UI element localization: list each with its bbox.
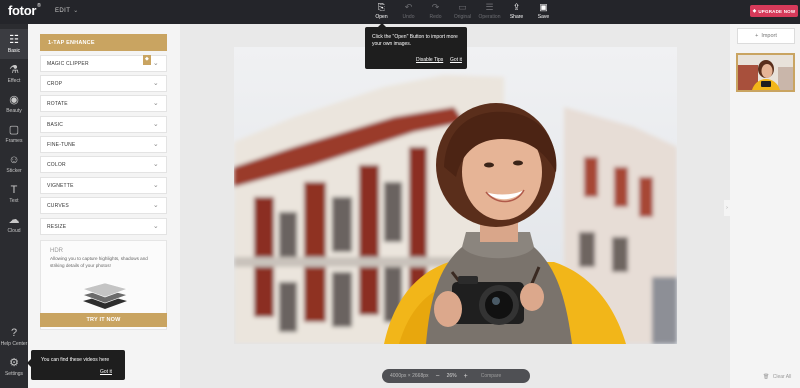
save-button[interactable]: ▣ Save xyxy=(530,2,557,23)
chevron-down-icon: ⌄ xyxy=(152,141,159,148)
disable-tips-link[interactable]: Disable Tips xyxy=(416,57,443,63)
share-icon: ⇪ xyxy=(512,2,521,12)
rail-item-effect[interactable]: ⚗ Effect xyxy=(0,59,28,89)
sliders-icon: ☷ xyxy=(9,34,19,46)
open-tip-tooltip: Click the "Open" Button to import more y… xyxy=(365,23,467,69)
toolbar: ⎘ Open ↶ Undo ↷ Redo ▭ Original ☰ Operat… xyxy=(368,2,557,23)
top-bar: fotor® EDIT ⌄ ⎘ Open ↶ Undo ↷ Redo ▭ Orig… xyxy=(0,0,800,24)
chevron-down-icon: ⌄ xyxy=(152,60,159,67)
menu-item-basic[interactable]: BASIC ⌄ xyxy=(40,116,167,133)
chevron-down-icon: ⌄ xyxy=(73,8,79,14)
share-button[interactable]: ⇪ Share xyxy=(503,2,530,23)
videos-tip-tooltip: You can find these videos here Got it xyxy=(27,350,125,380)
layers-icon xyxy=(82,282,128,309)
trash-icon: 🗑 xyxy=(763,374,770,380)
rail-item-cloud[interactable]: ☁ Cloud xyxy=(0,209,28,239)
redo-icon: ↷ xyxy=(431,2,440,12)
operation-button[interactable]: ☰ Operation xyxy=(476,2,503,23)
menu-item-crop[interactable]: CROP ⌄ xyxy=(40,75,167,92)
image-thumbnail[interactable] xyxy=(736,53,795,92)
menu-item-curves[interactable]: CURVES ⌄ xyxy=(40,197,167,214)
zoom-in-button[interactable]: + xyxy=(464,373,468,380)
rail-item-settings[interactable]: ⚙ Settings xyxy=(0,352,28,382)
tooltip-arrow xyxy=(378,23,386,27)
rail-item-text[interactable]: T Text xyxy=(0,179,28,209)
settings-icon: ⚙ xyxy=(9,357,19,369)
chevron-down-icon: ⌄ xyxy=(152,100,159,107)
zoom-out-button[interactable]: − xyxy=(436,373,440,380)
plus-icon: + xyxy=(755,33,759,39)
rail-item-help-center[interactable]: ? Help Center xyxy=(0,322,28,352)
chevron-right-icon: › xyxy=(726,205,728,211)
mode-label: EDIT xyxy=(55,8,71,14)
open-button[interactable]: ⎘ Open xyxy=(368,2,395,23)
chevron-down-icon: ⌄ xyxy=(152,223,159,230)
menu-item-vignette[interactable]: VIGNETTE ⌄ xyxy=(40,177,167,194)
menu-item-resize[interactable]: RESIZE ⌄ xyxy=(40,218,167,235)
eye-icon: ◉ xyxy=(9,94,19,106)
original-icon: ▭ xyxy=(458,2,467,12)
chevron-down-icon: ⌄ xyxy=(152,161,159,168)
edited-photo[interactable] xyxy=(234,47,677,344)
chevron-down-icon: ⌄ xyxy=(152,121,159,128)
menu-item-rotate[interactable]: ROTATE ⌄ xyxy=(40,95,167,112)
menu-item-magic-clipper[interactable]: MAGIC CLIPPER ◆ ⌄ xyxy=(40,55,167,72)
tooltip-arrow xyxy=(27,359,31,367)
hdr-title: HDR xyxy=(50,248,63,254)
menu-item-fine-tune[interactable]: FINE-TUNE ⌄ xyxy=(40,136,167,153)
bookmark-icon: ◆ xyxy=(143,55,151,65)
zoom-bar: 4000px × 2668px − 26% + Compare xyxy=(382,369,530,383)
frame-icon: ▢ xyxy=(8,124,20,136)
sticker-icon: ☺ xyxy=(8,154,20,166)
chevron-down-icon: ⌄ xyxy=(152,182,159,189)
rail-item-frames[interactable]: ▢ Frames xyxy=(0,119,28,149)
undo-button[interactable]: ↶ Undo xyxy=(395,2,422,23)
rail-item-sticker[interactable]: ☺ Sticker xyxy=(0,149,28,179)
open-tip-got-it-link[interactable]: Got it xyxy=(450,57,462,63)
undo-icon: ↶ xyxy=(404,2,413,12)
fotor-editor: fotor® EDIT ⌄ ⎘ Open ↶ Undo ↷ Redo ▭ Orig… xyxy=(0,0,800,388)
compare-button[interactable]: Compare xyxy=(481,373,502,379)
diamond-icon: ◆ xyxy=(752,8,757,13)
photo-image xyxy=(234,47,677,344)
open-icon: ⎘ xyxy=(377,2,386,12)
canvas-area: 4000px × 2668px − 26% + Compare › xyxy=(180,24,730,388)
import-button[interactable]: + Import xyxy=(737,28,795,44)
basic-panel: 1-TAP ENHANCE MAGIC CLIPPER ◆ ⌄ CROP ⌄ R… xyxy=(28,24,180,388)
zoom-level: 26% xyxy=(446,373,457,379)
one-tap-enhance-button[interactable]: 1-TAP ENHANCE xyxy=(40,34,167,51)
try-it-now-button[interactable]: TRY IT NOW xyxy=(40,313,167,327)
original-button[interactable]: ▭ Original xyxy=(449,2,476,23)
open-tip-message: Click the "Open" Button to import more y… xyxy=(372,34,458,47)
rail-item-basic[interactable]: ☷ Basic xyxy=(0,29,28,59)
operation-icon: ☰ xyxy=(485,2,494,12)
image-dimensions: 4000px × 2668px xyxy=(390,373,429,379)
upgrade-now-button[interactable]: ◆ UPGRADE NOW xyxy=(750,5,798,17)
chevron-down-icon: ⌄ xyxy=(152,202,159,209)
right-panel: + Import 🗑 Clear All xyxy=(730,24,800,388)
redo-button[interactable]: ↷ Redo xyxy=(422,2,449,23)
rail-item-beauty[interactable]: ◉ Beauty xyxy=(0,89,28,119)
help-icon: ? xyxy=(10,327,18,339)
left-rail: ☷ Basic ⚗ Effect ◉ Beauty ▢ Frames ☺ Sti… xyxy=(0,24,28,388)
clear-all-button[interactable]: 🗑 Clear All xyxy=(763,374,791,380)
mode-selector[interactable]: EDIT ⌄ xyxy=(55,7,79,14)
text-icon: T xyxy=(10,184,18,196)
flask-icon: ⚗ xyxy=(9,64,19,76)
save-icon: ▣ xyxy=(539,2,548,12)
hdr-description: Allowing you to capture highlights, shad… xyxy=(50,256,148,268)
fotor-logo[interactable]: fotor® xyxy=(8,3,41,18)
cloud-icon: ☁ xyxy=(8,214,20,226)
videos-tip-message: You can find these videos here xyxy=(41,357,110,363)
menu-item-color[interactable]: COLOR ⌄ xyxy=(40,156,167,173)
thumbnail-image xyxy=(738,55,793,90)
chevron-down-icon: ⌄ xyxy=(152,80,159,87)
videos-tip-got-it-link[interactable]: Got it xyxy=(100,369,112,375)
